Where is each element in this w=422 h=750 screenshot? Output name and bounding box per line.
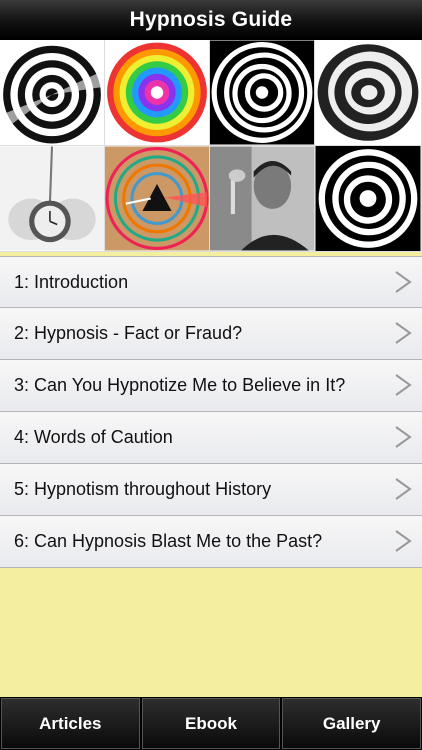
chapter-label: 6: Can Hypnosis Blast Me to the Past? <box>14 531 323 551</box>
chapter-row-6[interactable]: 6: Can Hypnosis Blast Me to the Past? <box>0 516 422 568</box>
chevron-right-icon <box>395 426 412 448</box>
gallery-image-hypnotist[interactable] <box>210 146 315 252</box>
chapter-row-1[interactable]: 1: Introduction <box>0 256 422 308</box>
tab-gallery[interactable]: Gallery <box>282 698 422 749</box>
chapter-row-3[interactable]: 3: Can You Hypnotize Me to Believe in It… <box>0 360 422 412</box>
gallery-image-prism[interactable] <box>105 146 210 252</box>
chapter-list: 1: Introduction 2: Hypnosis - Fact or Fr… <box>0 256 422 568</box>
chevron-right-icon <box>395 478 412 500</box>
gallery-image-spiral-4[interactable] <box>315 146 422 252</box>
chevron-right-icon <box>395 322 412 344</box>
chapter-label: 4: Words of Caution <box>14 427 173 447</box>
gallery-image-spiral-2[interactable] <box>210 40 315 146</box>
gallery-image-spiral-3[interactable] <box>315 40 422 146</box>
chapter-row-2[interactable]: 2: Hypnosis - Fact or Fraud? <box>0 308 422 360</box>
chapter-label: 2: Hypnosis - Fact or Fraud? <box>14 323 243 343</box>
tab-ebook[interactable]: Ebook <box>141 698 281 749</box>
chapter-row-5[interactable]: 5: Hypnotism throughout History <box>0 464 422 516</box>
title-bar: Hypnosis Guide <box>0 0 422 40</box>
chevron-right-icon <box>395 374 412 396</box>
tab-bar: Articles Ebook Gallery <box>0 697 422 750</box>
page-title: Hypnosis Guide <box>129 8 293 31</box>
gallery-image-spiral-1[interactable] <box>0 40 105 146</box>
gallery-image-rainbow-spiral[interactable] <box>105 40 210 146</box>
chapter-label: 3: Can You Hypnotize Me to Believe in It… <box>14 375 346 395</box>
chapter-label: 5: Hypnotism throughout History <box>14 479 272 499</box>
image-gallery <box>0 40 422 252</box>
gallery-image-pocket-watch[interactable] <box>0 146 105 252</box>
tab-articles[interactable]: Articles <box>1 698 140 749</box>
chevron-right-icon <box>395 271 412 293</box>
chevron-right-icon <box>395 530 412 552</box>
chapter-row-4[interactable]: 4: Words of Caution <box>0 412 422 464</box>
chapter-label: 1: Introduction <box>14 271 129 292</box>
